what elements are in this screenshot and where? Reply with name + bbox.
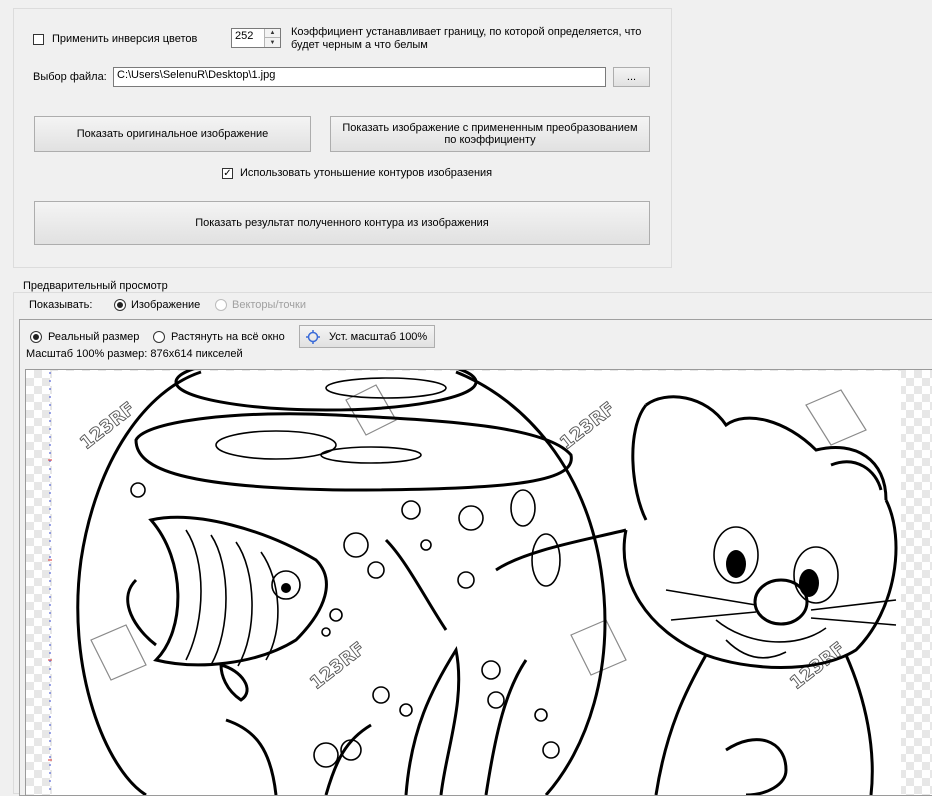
invert-colors-checkbox[interactable] [33,34,44,45]
preview-image: 123RF 123RF 123RF 123RF [48,370,901,795]
spin-up-icon[interactable]: ▲ [265,29,280,38]
mode-vectors-radio[interactable] [215,299,227,311]
checkmark-icon: ✓ [223,167,232,179]
mode-image-radio[interactable] [114,299,126,311]
thinning-checkbox[interactable]: ✓ [222,168,233,179]
size-real-radio[interactable] [30,331,42,343]
zoom-100-button[interactable]: Уст. масштаб 100% [299,325,435,348]
browse-button[interactable]: ... [613,67,650,87]
spin-down-icon[interactable]: ▼ [265,38,280,47]
size-stretch-radio[interactable] [153,331,165,343]
threshold-description: Коэффициент устанавливает границу, по ко… [291,26,642,51]
threshold-spinbox[interactable]: 252 ▲ ▼ [231,28,281,48]
show-contour-button[interactable]: Показать результат полученного контура и… [34,201,650,245]
show-label: Показывать: [29,299,93,311]
spin-buttons[interactable]: ▲ ▼ [264,29,280,47]
scale-info: Масштаб 100% размер: 876x614 пикселей [26,348,243,360]
preview-title: Предварительный просмотр [21,280,170,292]
zoom-target-icon [306,329,320,344]
thinning-label[interactable]: Использовать утоньшение контуров изобраз… [240,167,492,179]
file-label: Выбор файла: [33,71,107,83]
show-original-button[interactable]: Показать оригинальное изображение [34,116,311,152]
threshold-value: 252 [235,30,254,42]
image-canvas[interactable]: 123RF 123RF 123RF 123RF [25,369,932,796]
invert-colors-label[interactable]: Применить инверсия цветов [52,33,197,45]
zoom-100-label: Уст. масштаб 100% [329,330,428,343]
file-path-input[interactable]: C:\Users\SelenuR\Desktop\1.jpg [113,67,606,87]
size-real-label[interactable]: Реальный размер [48,331,139,343]
mode-vectors-label[interactable]: Векторы/точки [232,299,306,311]
show-converted-button[interactable]: Показать изображение с примененным преоб… [330,116,650,152]
size-stretch-label[interactable]: Растянуть на всё окно [171,331,285,343]
mode-image-label[interactable]: Изображение [131,299,200,311]
